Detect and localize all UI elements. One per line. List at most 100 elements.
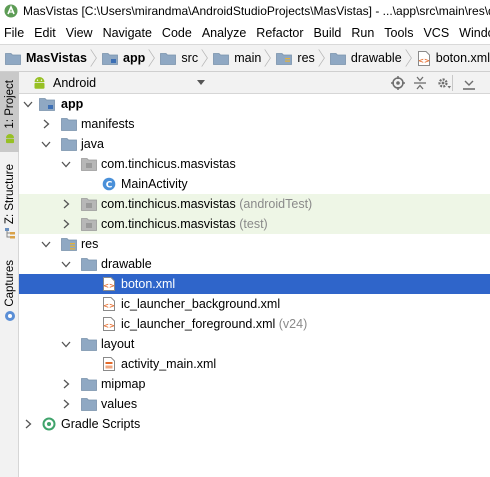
title-bar: MasVistas [C:\Users\mirandma\AndroidStud…: [0, 0, 490, 22]
collapsed-arrow-icon[interactable]: [61, 199, 71, 209]
tree-item-label: activity_main.xml: [121, 357, 217, 371]
tree-item-manifests[interactable]: manifests: [19, 114, 490, 134]
locate-target-icon[interactable]: [391, 76, 405, 90]
tree-item-package[interactable]: com.tinchicus.masvistas: [19, 154, 490, 174]
collapse-all-icon[interactable]: [413, 76, 427, 90]
menu-edit[interactable]: Edit: [29, 26, 61, 40]
android-icon: [34, 76, 45, 89]
menu-build[interactable]: Build: [309, 26, 347, 40]
breadcrumb-item-boton-xml[interactable]: <> boton.xml: [412, 45, 490, 71]
breadcrumb-item-src[interactable]: src: [155, 45, 198, 71]
folder-icon: [61, 138, 77, 151]
tree-item-label: app: [61, 97, 84, 111]
tree-item-label: drawable: [101, 257, 152, 271]
tree-item-label: manifests: [81, 117, 135, 131]
collapsed-arrow-icon[interactable]: [61, 399, 71, 409]
tree-item-activity-main-xml[interactable]: activity_main.xml: [19, 354, 490, 374]
hide-panel-icon[interactable]: [462, 76, 476, 90]
breadcrumb-label: drawable: [350, 51, 402, 65]
collapsed-arrow-icon[interactable]: [61, 219, 71, 229]
menu-tools[interactable]: Tools: [379, 26, 418, 40]
tree-item-label: com.tinchicus.masvistas: [101, 157, 236, 171]
collapsed-arrow-icon[interactable]: [23, 419, 33, 429]
tree-item-gradle-scripts[interactable]: Gradle Scripts: [19, 414, 490, 434]
tree-item-label: ic_launcher_background.xml: [121, 297, 281, 311]
collapsed-arrow-icon[interactable]: [41, 119, 51, 129]
tree-item-mipmap[interactable]: mipmap: [19, 374, 490, 394]
chevron-down-icon[interactable]: [197, 80, 205, 85]
breadcrumb-item-main[interactable]: main: [208, 45, 261, 71]
breadcrumb-label: src: [181, 51, 199, 65]
svg-text:<>: <>: [103, 322, 115, 330]
tree-item-label: MainActivity: [121, 177, 188, 191]
collapsed-arrow-icon[interactable]: [61, 379, 71, 389]
package-icon: [81, 158, 97, 171]
chevron-right-icon: [318, 49, 325, 67]
tree-item-label: values: [101, 397, 138, 411]
folder-icon: [81, 378, 97, 391]
tree-item-suffix: (androidTest): [239, 197, 313, 211]
tree-item-label: com.tinchicus.masvistas (test): [101, 217, 268, 231]
project-tree: app manifests java com.tinchicus.masvist…: [19, 94, 490, 477]
breadcrumb-label: app: [123, 51, 146, 65]
tree-item-package-androidtest[interactable]: com.tinchicus.masvistas (androidTest): [19, 194, 490, 214]
chevron-right-icon: [201, 49, 208, 67]
view-mode-selector[interactable]: Android: [32, 76, 96, 90]
tree-item-label: boton.xml: [121, 277, 176, 291]
module-icon: [39, 98, 55, 111]
menu-vcs[interactable]: VCS: [418, 26, 454, 40]
tab-captures[interactable]: Captures: [0, 260, 19, 330]
menu-refactor[interactable]: Refactor: [251, 26, 308, 40]
breadcrumb-label: main: [234, 51, 262, 65]
breadcrumb-item-drawable[interactable]: drawable: [325, 45, 402, 71]
expanded-arrow-icon[interactable]: [23, 99, 33, 109]
tab-structure-label: Z: Structure: [3, 164, 16, 225]
folder-icon: [160, 52, 177, 65]
breadcrumb-item-res[interactable]: res: [271, 45, 315, 71]
expanded-arrow-icon[interactable]: [61, 259, 71, 269]
tree-item-label: mipmap: [101, 377, 146, 391]
tree-item-java[interactable]: java: [19, 134, 490, 154]
tree-item-package-test[interactable]: com.tinchicus.masvistas (test): [19, 214, 490, 234]
res-folder-icon: [276, 52, 293, 65]
tab-structure[interactable]: Z: Structure: [0, 164, 19, 244]
tree-item-layout[interactable]: layout: [19, 334, 490, 354]
breadcrumb-item-project[interactable]: MasVistas: [0, 45, 87, 71]
menu-window[interactable]: Window: [454, 26, 490, 40]
left-tool-strip: 1: Project Z: Structure Captures: [0, 72, 19, 477]
tab-project[interactable]: 1: Project: [0, 72, 19, 152]
tree-item-label: Gradle Scripts: [61, 417, 141, 431]
tree-item-suffix: (test): [239, 217, 268, 231]
expanded-arrow-icon[interactable]: [61, 339, 71, 349]
res-folder-icon: [61, 238, 77, 251]
breadcrumb-label: boton.xml: [435, 51, 490, 65]
xml-file-icon: <>: [103, 317, 115, 331]
tree-item-res[interactable]: res: [19, 234, 490, 254]
expanded-arrow-icon[interactable]: [41, 139, 51, 149]
breadcrumb-label: res: [297, 51, 315, 65]
menu-navigate[interactable]: Navigate: [98, 26, 157, 40]
breadcrumb-item-app[interactable]: app: [97, 45, 145, 71]
tree-item-values[interactable]: values: [19, 394, 490, 414]
package-icon: [81, 218, 97, 231]
folder-icon: [81, 258, 97, 271]
gear-icon[interactable]: [437, 76, 451, 90]
tree-item-app[interactable]: app: [19, 94, 490, 114]
captures-icon: [4, 310, 15, 321]
tree-item-ic-launcher-background[interactable]: <> ic_launcher_background.xml: [19, 294, 490, 314]
menu-analyze[interactable]: Analyze: [197, 26, 251, 40]
menu-run[interactable]: Run: [346, 26, 379, 40]
expanded-arrow-icon[interactable]: [41, 239, 51, 249]
tree-item-drawable[interactable]: drawable: [19, 254, 490, 274]
svg-text:<>: <>: [103, 282, 115, 290]
menu-file[interactable]: File: [0, 26, 29, 40]
expanded-arrow-icon[interactable]: [61, 159, 71, 169]
tree-item-ic-launcher-foreground[interactable]: <> ic_launcher_foreground.xml (v24): [19, 314, 490, 334]
svg-text:<>: <>: [103, 302, 115, 310]
project-view-header: Android: [19, 72, 490, 94]
menu-code[interactable]: Code: [157, 26, 197, 40]
tree-item-mainactivity[interactable]: C MainActivity: [19, 174, 490, 194]
tree-item-boton-xml[interactable]: <> boton.xml: [19, 274, 490, 294]
tree-item-label: java: [81, 137, 104, 151]
menu-view[interactable]: View: [61, 26, 98, 40]
